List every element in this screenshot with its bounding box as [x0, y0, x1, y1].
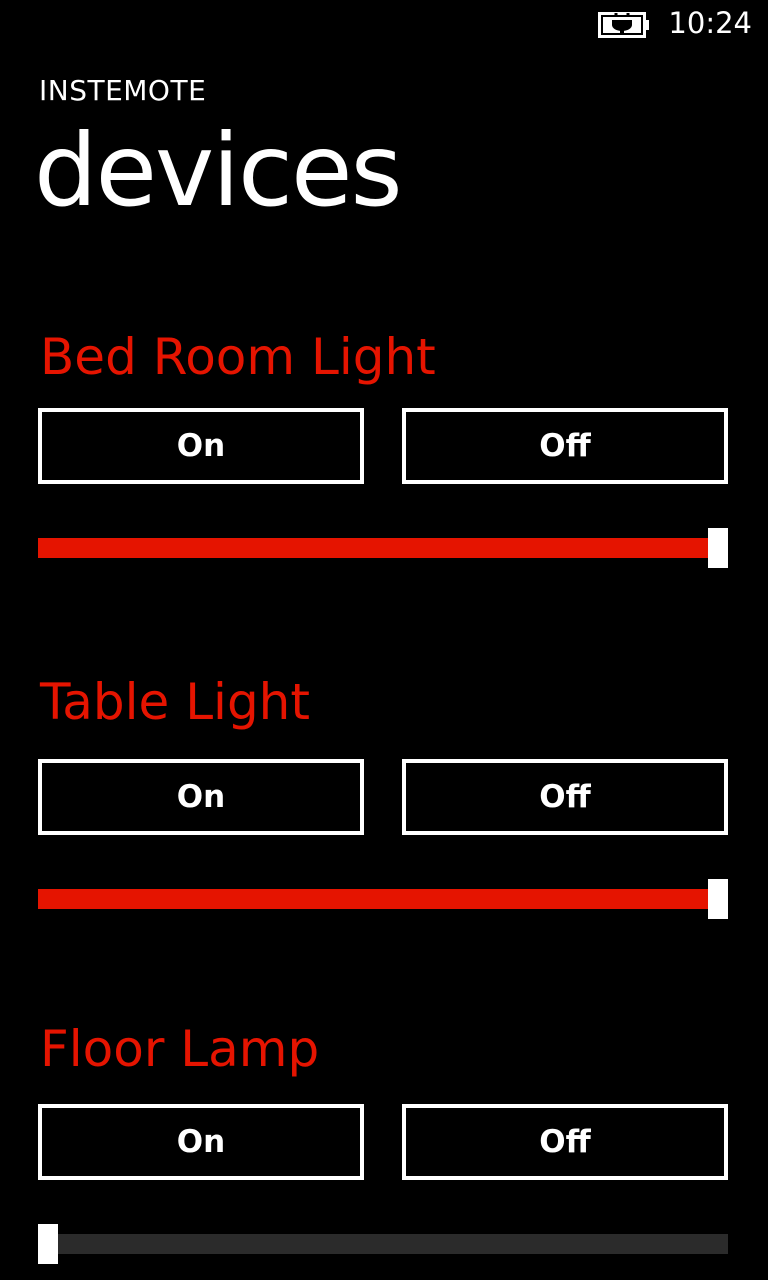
brightness-slider[interactable]	[38, 1224, 728, 1264]
off-button[interactable]: Off	[402, 759, 728, 835]
on-button[interactable]: On	[38, 759, 364, 835]
brightness-slider[interactable]	[38, 879, 728, 919]
slider-thumb[interactable]	[708, 879, 728, 919]
on-button[interactable]: On	[38, 408, 364, 484]
off-button[interactable]: Off	[402, 1104, 728, 1180]
page-title: devices	[34, 112, 403, 229]
off-button[interactable]: Off	[402, 408, 728, 484]
slider-thumb[interactable]	[38, 1224, 58, 1264]
device-name: Table Light	[40, 673, 310, 731]
slider-track	[38, 1234, 728, 1254]
status-bar: 10:24	[0, 0, 768, 50]
device-name: Floor Lamp	[40, 1020, 320, 1078]
device-bed-room-light: Bed Room Light On Off	[38, 332, 728, 572]
slider-fill	[38, 538, 718, 558]
slider-thumb[interactable]	[708, 528, 728, 568]
clock: 10:24	[668, 6, 752, 40]
device-name: Bed Room Light	[40, 328, 436, 386]
battery-charging-icon	[598, 12, 649, 38]
device-floor-lamp: Floor Lamp On Off	[38, 1024, 728, 1266]
device-table-light: Table Light On Off	[38, 673, 728, 919]
slider-fill	[38, 889, 718, 909]
app-title: INSTEMOTE	[39, 74, 207, 107]
on-button[interactable]: On	[38, 1104, 364, 1180]
brightness-slider[interactable]	[38, 528, 728, 568]
